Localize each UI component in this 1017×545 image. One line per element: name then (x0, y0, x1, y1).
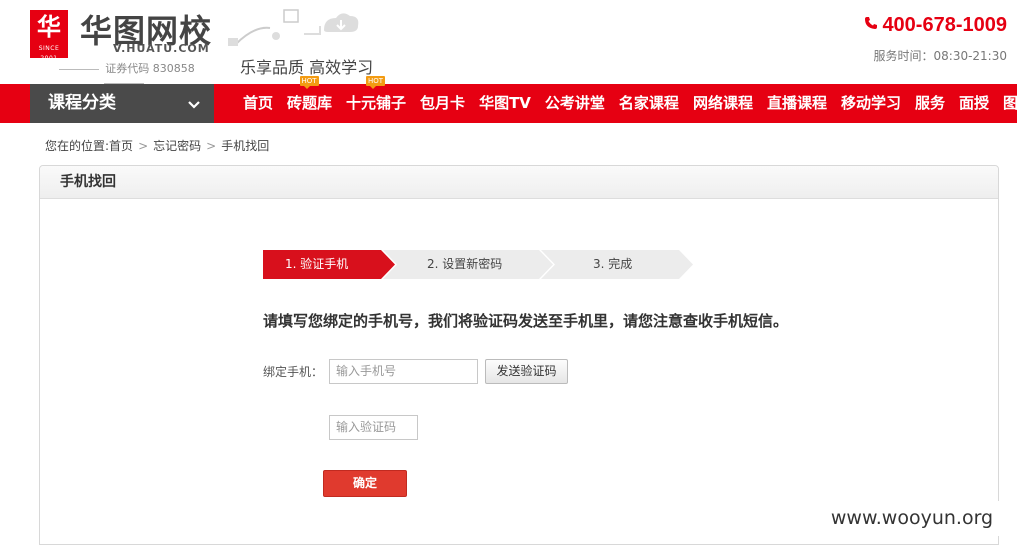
nav-item-label: 服务 (915, 94, 945, 112)
confirm-button[interactable]: 确定 (323, 470, 407, 497)
panel-title: 手机找回 (40, 166, 998, 199)
nav-item-label: 直播课程 (767, 94, 827, 112)
hotline: 400-678-1009 (864, 14, 1007, 37)
nav-item[interactable]: 首页 (236, 84, 280, 123)
nav-item-label: 移动学习 (841, 94, 901, 112)
phone-label: 绑定手机： (263, 363, 323, 380)
nav-item-label: 网络课程 (693, 94, 753, 112)
nav-item[interactable]: 服务 (908, 84, 952, 123)
step-3-label: 3. 完成 (541, 257, 632, 271)
recovery-panel: 手机找回 1. 验证手机 2. 设置新密码 3. 完成 请填写您绑定的手机号，我… (39, 165, 999, 545)
hot-badge: HOT (300, 76, 319, 86)
nav-item[interactable]: 包月卡 (413, 84, 472, 123)
nav-item[interactable]: 名家课程 (612, 84, 686, 123)
nav-item[interactable]: 十元铺子HOT (339, 84, 413, 123)
chevron-down-icon (186, 96, 202, 112)
nav-item[interactable]: 移动学习 (834, 84, 908, 123)
step-indicator: 1. 验证手机 2. 设置新密码 3. 完成 (263, 250, 693, 279)
step-1: 1. 验证手机 (263, 250, 395, 279)
step-2-label: 2. 设置新密码 (383, 257, 502, 271)
nav-item-label: 十元铺子 (346, 94, 406, 112)
cloud-decoration-icon (224, 6, 364, 50)
breadcrumb-home[interactable]: 首页 (109, 139, 133, 153)
hotline-number: 400-678-1009 (882, 14, 1007, 36)
breadcrumb-separator-icon: > (138, 139, 148, 153)
instruction-text: 请填写您绑定的手机号，我们将验证码发送至手机里，请您注意查收手机短信。 (263, 310, 788, 331)
nav-item-label: 公考讲堂 (545, 94, 605, 112)
phone-icon (864, 16, 878, 30)
nav-item-label: 华图TV (479, 94, 531, 112)
brand-domain: V.HUATU.COM (113, 42, 210, 55)
nav-item[interactable]: 网络课程 (686, 84, 760, 123)
hot-badge: HOT (366, 76, 385, 86)
nav-item[interactable]: 面授 (952, 84, 996, 123)
site-header: 华 SINCE 2001 华图网校 V.HUATU.COM 证券代码 83085… (0, 0, 1017, 84)
breadcrumb-separator-icon: > (206, 139, 216, 153)
verification-code-input[interactable]: 输入验证码 (329, 415, 418, 440)
nav-item-label: 包月卡 (420, 94, 465, 112)
course-category-button[interactable]: 课程分类 (30, 84, 214, 123)
nav-item[interactable]: 公考讲堂 (538, 84, 612, 123)
nav-item[interactable]: 图书 (996, 84, 1017, 123)
step-2: 2. 设置新密码 (383, 250, 553, 279)
nav-item-label: 名家课程 (619, 94, 679, 112)
logo-icon[interactable]: 华 SINCE 2001 (30, 10, 68, 58)
slogan: 乐享品质 高效学习 (240, 54, 373, 78)
nav-item-label: 图书 (1003, 94, 1017, 112)
breadcrumb: 您在的位置:首页 > 忘记密码 > 手机找回 (45, 137, 269, 154)
logo-glyph: 华 (30, 10, 68, 44)
nav-item-label: 首页 (243, 94, 273, 112)
phone-input[interactable]: 输入手机号 (329, 359, 478, 384)
step-3: 3. 完成 (541, 250, 693, 279)
course-category-label: 课程分类 (48, 93, 116, 113)
nav-item[interactable]: 直播课程 (760, 84, 834, 123)
watermark: www.wooyun.org (807, 501, 1017, 536)
breadcrumb-forgot-password[interactable]: 忘记密码 (153, 139, 201, 153)
step-1-label: 1. 验证手机 (263, 257, 348, 271)
send-code-button[interactable]: 发送验证码 (485, 359, 568, 384)
service-hours: 服务时间：08:30-21:30 (874, 47, 1008, 64)
nav-item[interactable]: 砖题库HOT (280, 84, 339, 123)
main-nav: 课程分类 首页砖题库HOT十元铺子HOT 包月卡华图TV 公考讲堂名家课程网络课程直… (0, 84, 1017, 123)
nav-items: 首页砖题库HOT十元铺子HOT 包月卡华图TV 公考讲堂名家课程网络课程直播课程移动… (236, 84, 1017, 123)
nav-item-label: 砖题库 (287, 94, 332, 112)
breadcrumb-current: 手机找回 (221, 139, 269, 153)
nav-item[interactable]: 华图TV (472, 84, 538, 123)
breadcrumb-prefix: 您在的位置: (45, 139, 109, 153)
nav-item-label: 面授 (959, 94, 989, 112)
